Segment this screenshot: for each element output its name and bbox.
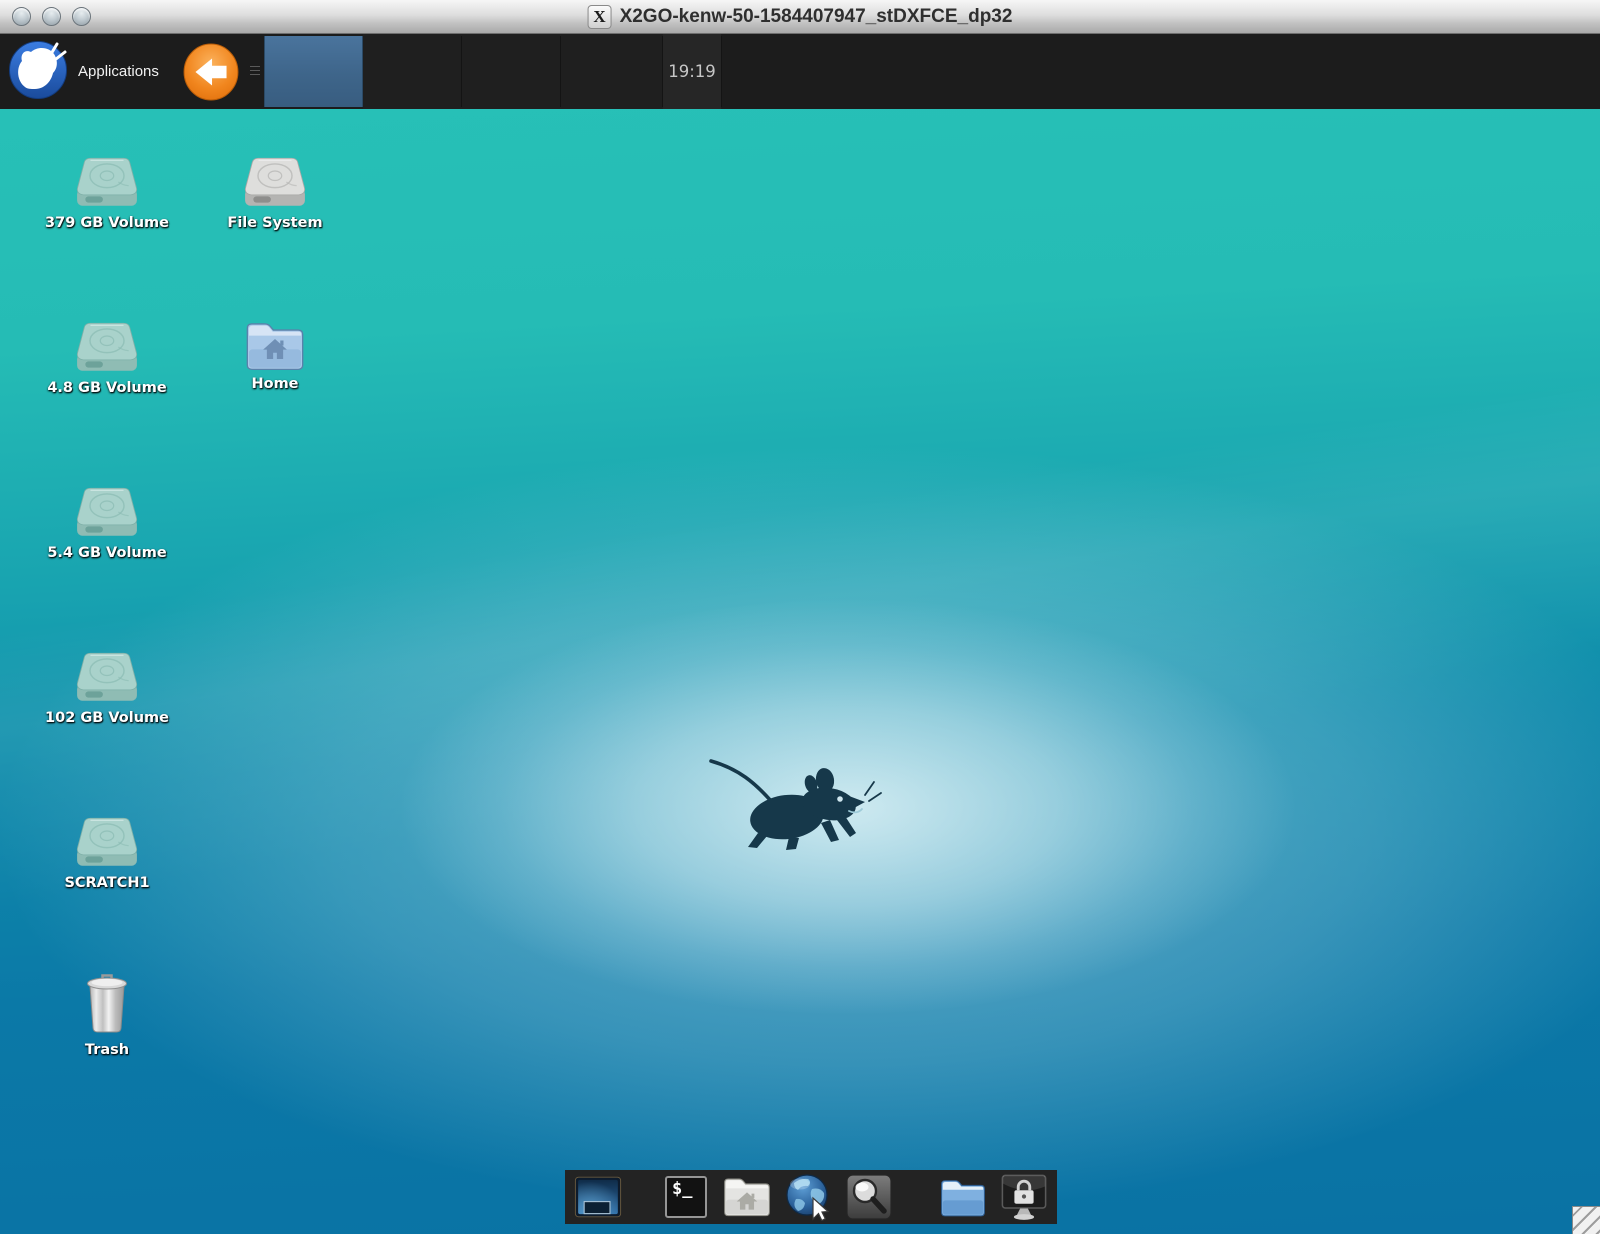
- app-finder-launcher[interactable]: [845, 1173, 893, 1221]
- active-window-button[interactable]: [264, 36, 363, 107]
- desktop-icon-5-4-gb-volume[interactable]: 5.4 GB Volume: [41, 486, 173, 562]
- home-folder-icon: [244, 319, 306, 371]
- window-controls: [12, 7, 91, 26]
- desktop-icon-102-gb-volume[interactable]: 102 GB Volume: [41, 651, 173, 727]
- hard-drive-gray-icon: [242, 156, 308, 210]
- close-button[interactable]: [12, 7, 31, 26]
- show-desktop-icon: [574, 1175, 622, 1219]
- minimize-button[interactable]: [42, 7, 61, 26]
- x2go-session-window: X X2GO-kenw-50-1584407947_stDXFCE_dp32 A…: [0, 0, 1600, 1234]
- hard-drive-icon: [74, 156, 140, 210]
- desktop-icon-label: SCRATCH1: [64, 876, 149, 892]
- window-title: X2GO-kenw-50-1584407947_stDXFCE_dp32: [620, 6, 1013, 28]
- hard-drive-icon: [74, 816, 140, 870]
- applications-menu-label: Applications: [78, 63, 159, 80]
- hard-drive-icon: [74, 651, 140, 705]
- hard-drive-icon: [74, 486, 140, 540]
- file-manager-launcher[interactable]: [939, 1173, 987, 1221]
- terminal-launcher[interactable]: $_: [662, 1173, 710, 1221]
- show-desktop-button[interactable]: [574, 1173, 622, 1221]
- desktop-icon-label: 102 GB Volume: [45, 711, 169, 727]
- desktop-icon-file-system[interactable]: File System: [209, 156, 341, 232]
- desktop-icon-home[interactable]: Home: [209, 319, 341, 393]
- desktop-icon-label: File System: [227, 216, 322, 232]
- tasklist-separator: [560, 36, 561, 107]
- lock-screen-icon: [1000, 1173, 1048, 1221]
- back-arrow-launcher[interactable]: [182, 43, 240, 101]
- tasklist-separator: [461, 36, 462, 107]
- orange-back-arrow-icon: [182, 89, 240, 104]
- zoom-button[interactable]: [72, 7, 91, 26]
- blue-folder-icon: [939, 1175, 987, 1219]
- desktop-icon-379-gb-volume[interactable]: 379 GB Volume: [41, 156, 173, 232]
- desktop-icon-scratch1[interactable]: SCRATCH1: [41, 816, 173, 892]
- trash-can-icon: [84, 971, 130, 1037]
- xfce-top-panel: Applications 19:19: [0, 34, 1600, 109]
- tasklist-empty-area: [363, 34, 663, 109]
- home-folder-launcher[interactable]: [723, 1173, 771, 1221]
- lock-screen-launcher[interactable]: [1000, 1173, 1048, 1221]
- home-folder-icon: [722, 1175, 772, 1219]
- panel-clock[interactable]: 19:19: [663, 34, 721, 109]
- xfce-mouse-logo: [703, 747, 888, 852]
- desktop-icon-trash[interactable]: Trash: [41, 971, 173, 1059]
- desktop-icon-label: 4.8 GB Volume: [47, 381, 166, 397]
- x11-icon: X: [588, 5, 612, 29]
- desktop-icon-label: Home: [251, 377, 298, 393]
- dock-panel: $_: [565, 1170, 1057, 1224]
- tasklist-grip: [250, 66, 260, 75]
- desktop-icon-label: 5.4 GB Volume: [47, 546, 166, 562]
- desktop-icon-label: 379 GB Volume: [45, 216, 169, 232]
- xfce-whisker-menu-icon: [8, 40, 68, 103]
- panel-separator: [721, 36, 722, 107]
- window-titlebar[interactable]: X X2GO-kenw-50-1584407947_stDXFCE_dp32: [0, 0, 1600, 34]
- desktop-icon-label: Trash: [85, 1043, 129, 1059]
- applications-menu-button[interactable]: Applications: [0, 34, 167, 109]
- web-browser-launcher[interactable]: [784, 1173, 832, 1221]
- window-title-area: X X2GO-kenw-50-1584407947_stDXFCE_dp32: [588, 0, 1013, 33]
- web-browser-globe-icon: [784, 1173, 832, 1221]
- window-resize-grip[interactable]: [1572, 1206, 1600, 1234]
- desktop: 379 GB Volume File System 4.8 GB Volume …: [0, 109, 1600, 1234]
- terminal-icon: $_: [665, 1176, 707, 1218]
- desktop-icon-4-8-gb-volume[interactable]: 4.8 GB Volume: [41, 321, 173, 397]
- hard-drive-icon: [74, 321, 140, 375]
- app-finder-magnifier-icon: [846, 1174, 892, 1220]
